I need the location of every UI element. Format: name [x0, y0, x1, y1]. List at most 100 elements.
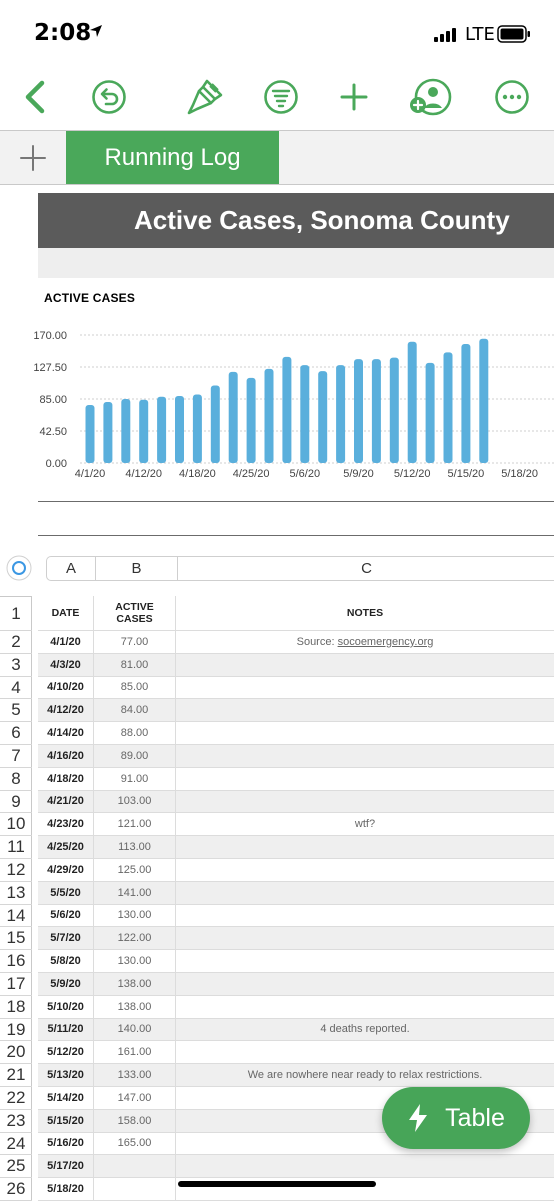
add-button[interactable] [329, 72, 379, 122]
notes-cell[interactable] [176, 882, 554, 904]
row-number[interactable]: 20 [0, 1041, 32, 1065]
header-active-cases[interactable]: ACTIVE CASES [94, 596, 176, 630]
date-cell[interactable]: 5/15/20 [38, 1109, 94, 1132]
sort-filter-button[interactable] [256, 72, 306, 122]
date-cell[interactable]: 5/8/20 [38, 950, 94, 972]
cases-cell[interactable]: 138.00 [94, 973, 176, 995]
date-cell[interactable]: 5/7/20 [38, 927, 94, 950]
row-number[interactable]: 23 [0, 1110, 32, 1133]
title-subrow[interactable] [38, 248, 554, 278]
date-cell[interactable]: 5/12/20 [38, 1041, 94, 1064]
notes-cell[interactable]: wtf? [176, 813, 554, 835]
format-button[interactable] [180, 72, 230, 122]
date-cell[interactable]: 4/25/20 [38, 836, 94, 858]
notes-cell[interactable] [176, 1155, 554, 1177]
row-number[interactable]: 15 [0, 927, 32, 951]
source-link[interactable]: socoemergency.org [338, 636, 434, 648]
date-cell[interactable]: 4/14/20 [38, 722, 94, 744]
select-all-button[interactable] [4, 555, 34, 581]
row-number[interactable]: 17 [0, 973, 32, 996]
notes-cell[interactable] [176, 677, 554, 699]
add-sheet-button[interactable] [0, 131, 66, 184]
cases-cell[interactable]: 165.00 [94, 1132, 176, 1155]
bar[interactable] [121, 399, 131, 463]
row-number[interactable]: 16 [0, 950, 32, 973]
row-number[interactable]: 4 [0, 677, 32, 700]
cases-cell[interactable]: 138.00 [94, 995, 176, 1018]
row-number[interactable]: 21 [0, 1064, 32, 1087]
row-number[interactable]: 24 [0, 1133, 32, 1156]
bar[interactable] [210, 385, 220, 463]
date-cell[interactable]: 5/10/20 [38, 995, 94, 1018]
column-header-c[interactable]: C [178, 557, 554, 580]
notes-cell[interactable] [176, 836, 554, 858]
bar[interactable] [192, 394, 202, 463]
cases-cell[interactable]: 77.00 [94, 631, 176, 653]
collaborate-button[interactable] [405, 72, 455, 122]
active-cases-chart[interactable]: 0.00 42.50 85.00 127.50 170.00 4/1/20 4/12/20 4… [0, 320, 554, 485]
bar[interactable] [354, 359, 363, 463]
bar[interactable] [479, 338, 489, 463]
more-button[interactable] [487, 72, 537, 122]
notes-cell[interactable] [176, 950, 554, 972]
cases-cell[interactable]: 81.00 [94, 653, 176, 676]
notes-cell[interactable] [176, 654, 554, 676]
cases-cell[interactable]: 130.00 [94, 950, 176, 972]
column-header-b[interactable]: B [96, 557, 178, 580]
row-number[interactable]: 8 [0, 768, 32, 791]
date-cell[interactable]: 4/29/20 [38, 859, 94, 881]
header-notes[interactable]: NOTES [176, 596, 554, 630]
row-number[interactable]: 22 [0, 1087, 32, 1110]
undo-button[interactable] [84, 72, 134, 122]
cases-cell[interactable]: 133.00 [94, 1064, 176, 1086]
notes-cell[interactable] [176, 768, 554, 790]
cases-cell[interactable] [94, 1155, 176, 1178]
bar[interactable] [175, 395, 184, 463]
bar[interactable] [85, 405, 95, 463]
row-number[interactable]: 3 [0, 654, 32, 677]
cases-cell[interactable]: 122.00 [94, 927, 176, 950]
cases-cell[interactable]: 125.00 [94, 859, 176, 881]
cases-cell[interactable]: 121.00 [94, 813, 176, 836]
notes-cell[interactable] [176, 722, 554, 744]
bar[interactable] [246, 377, 256, 463]
date-cell[interactable]: 4/12/20 [38, 699, 94, 722]
title-banner[interactable]: Active Cases, Sonoma County [38, 193, 554, 248]
bar[interactable] [300, 365, 310, 463]
date-cell[interactable]: 5/18/20 [38, 1178, 94, 1200]
row-number[interactable]: 14 [0, 905, 32, 928]
cases-cell[interactable] [94, 1178, 176, 1200]
row-number[interactable]: 5 [0, 699, 32, 723]
column-header-a[interactable]: A [47, 557, 96, 580]
bar[interactable] [443, 352, 453, 463]
cases-cell[interactable]: 130.00 [94, 904, 176, 927]
bar[interactable] [461, 344, 471, 463]
cases-cell[interactable]: 161.00 [94, 1041, 176, 1064]
tab-running-log[interactable]: Running Log [66, 131, 279, 184]
cases-cell[interactable]: 89.00 [94, 745, 176, 767]
bar[interactable] [336, 365, 346, 463]
notes-cell[interactable] [176, 927, 554, 949]
cases-cell[interactable]: 147.00 [94, 1087, 176, 1109]
notes-cell[interactable]: 4 deaths reported. [176, 1019, 554, 1041]
row-number[interactable]: 2 [0, 631, 32, 654]
cases-cell[interactable]: 91.00 [94, 767, 176, 790]
cases-cell[interactable]: 113.00 [94, 836, 176, 858]
bar[interactable] [103, 402, 113, 463]
notes-cell[interactable] [176, 973, 554, 995]
date-cell[interactable]: 4/10/20 [38, 676, 94, 699]
bar[interactable] [228, 371, 238, 463]
date-cell[interactable]: 4/16/20 [38, 745, 94, 767]
notes-cell[interactable] [176, 791, 554, 813]
row-number[interactable]: 1 [0, 596, 32, 631]
cases-cell[interactable]: 88.00 [94, 722, 176, 744]
date-cell[interactable]: 5/6/20 [38, 904, 94, 927]
row-number[interactable]: 7 [0, 745, 32, 768]
row-number[interactable]: 18 [0, 996, 32, 1019]
bar[interactable] [371, 359, 381, 463]
row-number[interactable]: 12 [0, 859, 32, 882]
notes-cell[interactable] [176, 699, 554, 721]
cases-cell[interactable]: 84.00 [94, 699, 176, 722]
notes-cell[interactable] [176, 905, 554, 927]
bar[interactable] [139, 399, 149, 463]
